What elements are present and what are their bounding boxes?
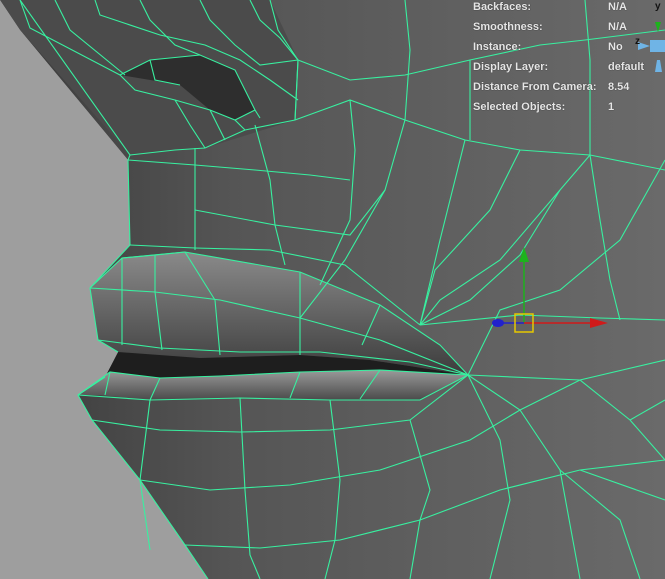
hud-value: default: [608, 61, 645, 73]
axis-z-label: z: [635, 36, 640, 47]
hud-label: Backfaces:: [473, 1, 532, 13]
hud-value: No: [608, 41, 623, 53]
hud-value: 1: [608, 101, 615, 113]
hud-value: 8.54: [608, 81, 630, 93]
hud-value: N/A: [608, 1, 627, 13]
hud-label: Smoothness:: [473, 21, 543, 33]
axis-y-label: y: [655, 1, 661, 12]
hud-label: Display Layer:: [473, 61, 549, 73]
hud-label: Selected Objects:: [473, 101, 566, 113]
hud-label: Instance:: [473, 41, 522, 53]
hud-label: Distance From Camera:: [473, 81, 597, 93]
viewport-panel[interactable]: Backfaces: N/A Smoothness: N/A Instance:…: [0, 0, 665, 579]
hud-value: N/A: [608, 21, 627, 33]
manipulator-z-handle[interactable]: [492, 319, 504, 327]
